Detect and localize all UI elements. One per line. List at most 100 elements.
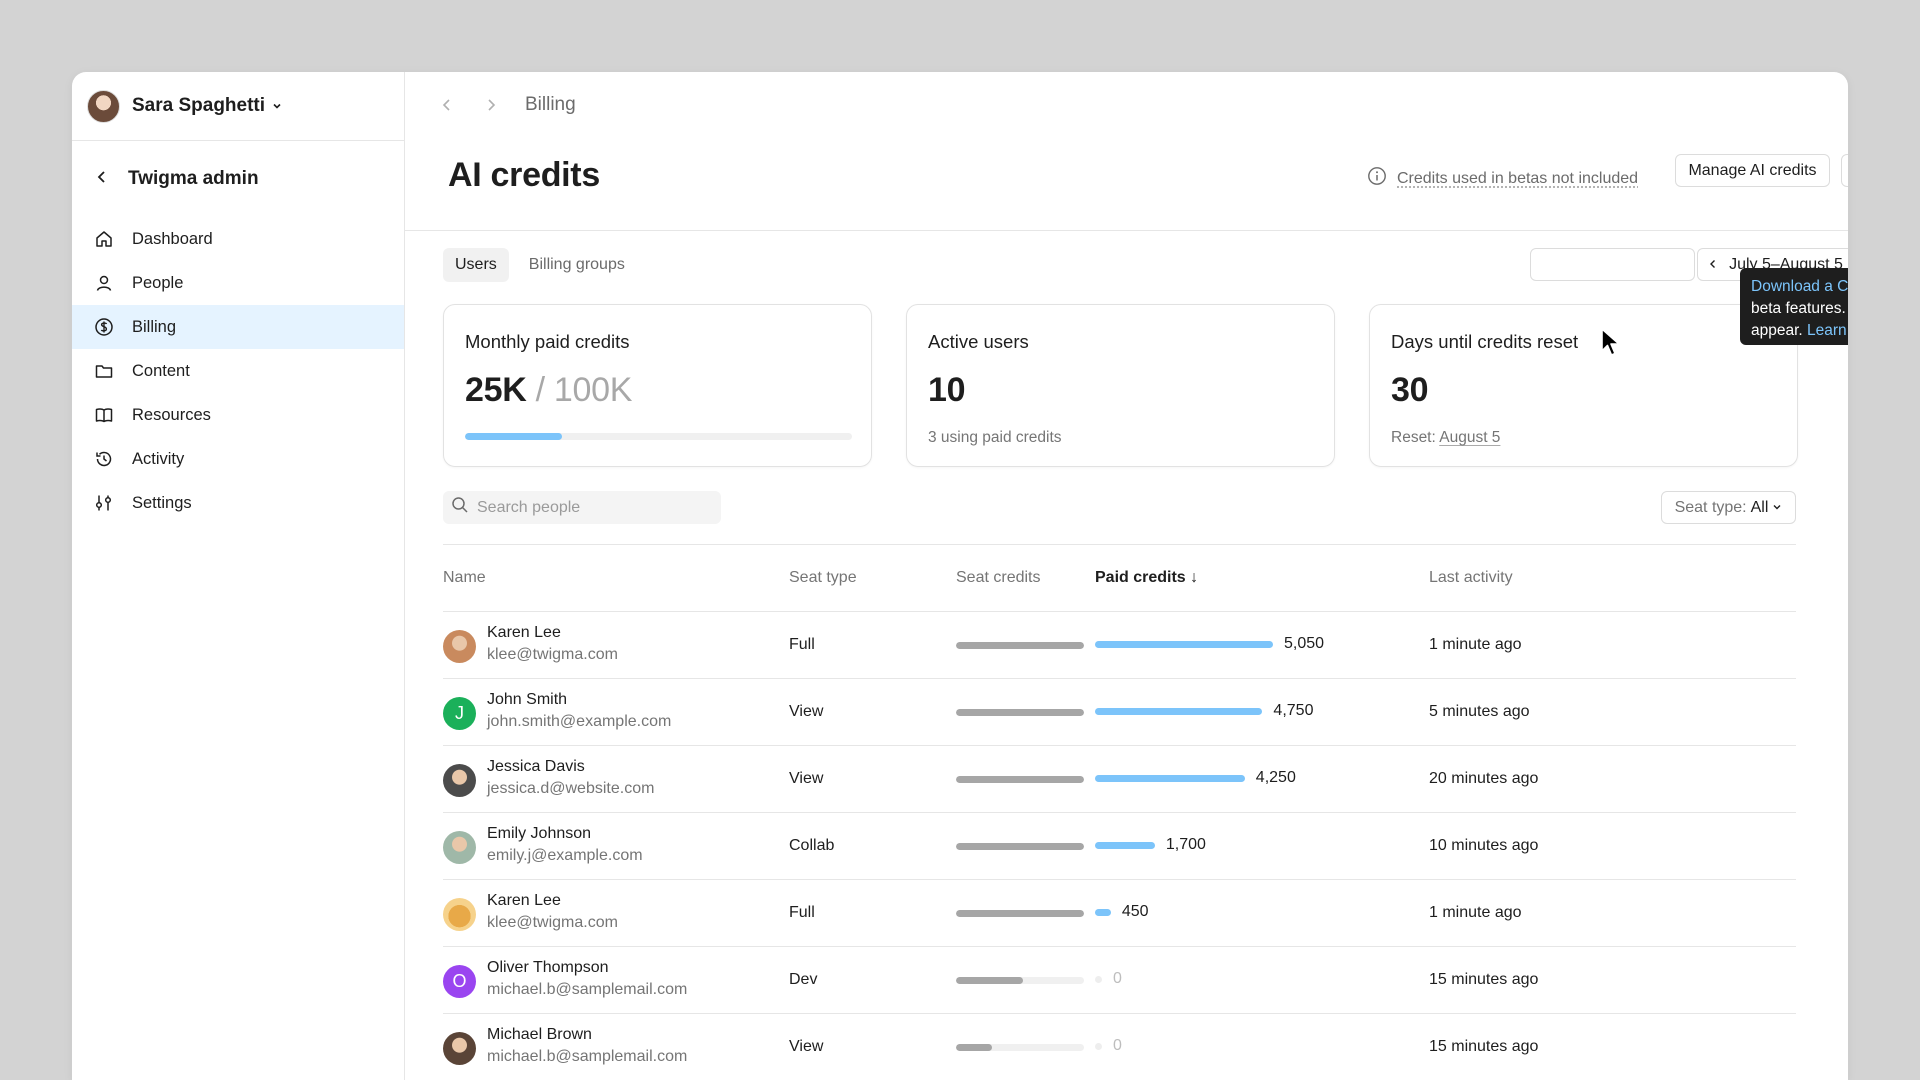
avatar: [443, 764, 476, 797]
user-name: Sara Spaghetti: [132, 95, 266, 116]
seat-type-filter[interactable]: Seat type: All: [1661, 491, 1796, 524]
table-row[interactable]: Karen Lee klee@twigma.com Full 5,050 1 minut…: [443, 612, 1796, 679]
breadcrumb[interactable]: Billing: [525, 94, 576, 116]
user-email: klee@twigma.com: [487, 914, 618, 931]
seat-credits-fill: [956, 642, 1084, 649]
user-name: Oliver Thompson: [487, 959, 609, 976]
search-box[interactable]: [443, 491, 721, 524]
column-header-seat-credits[interactable]: Seat credits: [956, 569, 1040, 587]
reset-label: Reset:: [1391, 429, 1440, 446]
manage-ai-credits-button[interactable]: Manage AI credits: [1675, 154, 1830, 187]
home-icon: [94, 229, 114, 249]
paid-credits: 450: [1095, 903, 1149, 921]
tab-bar: Users Billing groups: [443, 248, 637, 282]
seat-credits-bar: [956, 642, 1084, 649]
beta-credits-note[interactable]: Credits used in betas not included: [1367, 166, 1638, 191]
seat-type: Full: [789, 636, 815, 653]
back-arrow-icon[interactable]: [94, 169, 110, 190]
paid-credits: 4,250: [1095, 769, 1296, 787]
org-header: Twigma admin: [72, 141, 404, 217]
paid-credits-bar: [1095, 1042, 1102, 1050]
back-icon[interactable]: [433, 91, 461, 119]
sidebar-item-label: Dashboard: [132, 229, 213, 248]
table-row[interactable]: Karen Lee klee@twigma.com Full 450 1 minute …: [443, 880, 1796, 947]
folder-icon: [94, 361, 114, 381]
last-activity: 20 minutes ago: [1429, 770, 1539, 787]
seat-credits-fill: [956, 910, 1084, 917]
sidebar-item-label: Billing: [132, 317, 177, 336]
download-csv-link[interactable]: Download a CSV: [1751, 278, 1848, 295]
download-button[interactable]: [1841, 154, 1848, 187]
sidebar-item-label: People: [132, 273, 184, 292]
user-email: john.smith@example.com: [487, 713, 672, 730]
user-name: Karen Lee: [487, 892, 561, 909]
column-header-seat-type[interactable]: Seat type: [789, 569, 857, 587]
sidebar-item-content[interactable]: Content: [72, 349, 404, 393]
user-switcher[interactable]: Sara Spaghetti: [72, 72, 404, 141]
chevron-left-icon[interactable]: [1708, 256, 1718, 274]
search-input[interactable]: [477, 498, 707, 517]
last-activity: 1 minute ago: [1429, 636, 1522, 653]
dollar-circle-icon: [94, 317, 114, 337]
sidebar-item-billing[interactable]: Billing: [72, 305, 404, 349]
beta-credits-tooltip: Download a CSV for credit use in beta fe…: [1740, 268, 1848, 345]
sidebar: Sara Spaghetti Twigma admin Dashboard Pe…: [72, 72, 405, 1080]
sort-arrow-down-icon: ↓: [1190, 569, 1199, 586]
column-header-name[interactable]: Name: [443, 569, 486, 587]
filter-label: Seat type:: [1674, 498, 1747, 516]
paid-credits-value: 1,700: [1165, 836, 1206, 853]
user-email: jessica.d@website.com: [487, 780, 655, 797]
user-email: michael.b@samplemail.com: [487, 981, 688, 998]
paid-credits: 1,700: [1095, 836, 1206, 854]
sliders-icon: [94, 493, 114, 513]
table-row[interactable]: Jessica Davis jessica.d@website.com View 4,…: [443, 746, 1796, 813]
last-activity: 15 minutes ago: [1429, 1038, 1539, 1055]
paid-credits-value: 0: [1113, 970, 1122, 987]
obscured-button[interactable]: [1530, 248, 1695, 281]
table-row[interactable]: Michael Brown michael.b@samplemail.com Vie…: [443, 1014, 1796, 1080]
user-email: michael.b@samplemail.com: [487, 1048, 688, 1065]
last-activity: 5 minutes ago: [1429, 703, 1530, 720]
paid-credits: 0: [1095, 1037, 1122, 1055]
sidebar-item-people[interactable]: People: [72, 261, 404, 305]
reset-date-link[interactable]: August 5: [1439, 429, 1500, 446]
table-row[interactable]: Emily Johnson emily.j@example.com Collab 1,…: [443, 813, 1796, 880]
sidebar-item-settings[interactable]: Settings: [72, 481, 404, 525]
table-row[interactable]: O Oliver Thompson michael.b@samplemail.com…: [443, 947, 1796, 1014]
sidebar-item-resources[interactable]: Resources: [72, 393, 404, 437]
seat-credits-bar: [956, 843, 1084, 850]
seat-type: Collab: [789, 837, 835, 854]
sidebar-item-label: Resources: [132, 405, 211, 424]
seat-credits-fill: [956, 776, 1084, 783]
seat-credits-bar: [956, 977, 1084, 984]
user-email: klee@twigma.com: [487, 646, 618, 663]
learn-more-link[interactable]: Learn more: [1807, 322, 1848, 339]
paid-credits-bar: [1095, 975, 1102, 983]
credits-total: / 100K: [535, 371, 633, 409]
seat-credits-fill: [956, 1044, 992, 1051]
table-row[interactable]: J John Smith john.smith@example.com View 4,7…: [443, 679, 1796, 746]
tab-users[interactable]: Users: [443, 248, 509, 282]
chevron-down-icon: [271, 100, 283, 112]
paid-credits-bar: [1095, 707, 1263, 715]
main-content: Billing AI credits Credits used in betas…: [405, 72, 1848, 1080]
forward-icon[interactable]: [477, 91, 505, 119]
sidebar-item-label: Settings: [132, 493, 192, 512]
paid-credits: 5,050: [1095, 635, 1324, 653]
filter-value: All: [1750, 498, 1769, 516]
seat-type: View: [789, 1038, 824, 1055]
tab-billing-groups[interactable]: Billing groups: [517, 248, 637, 282]
column-header-last-activity[interactable]: Last activity: [1429, 569, 1513, 587]
user-name: Karen Lee: [487, 624, 561, 641]
sidebar-item-activity[interactable]: Activity: [72, 437, 404, 481]
paid-credits-bar: [1095, 774, 1245, 782]
paid-credits-value: 0: [1113, 1037, 1122, 1054]
seat-credits-bar: [956, 1044, 1084, 1051]
info-icon: [1367, 166, 1387, 191]
seat-type: Full: [789, 904, 815, 921]
sidebar-item-dashboard[interactable]: Dashboard: [72, 217, 404, 261]
column-header-paid-credits[interactable]: Paid credits ↓: [1095, 569, 1198, 587]
page-title: AI credits: [448, 156, 600, 194]
card-value: 30: [1391, 371, 1429, 409]
page-header: AI credits Credits used in betas not inc…: [405, 138, 1848, 231]
